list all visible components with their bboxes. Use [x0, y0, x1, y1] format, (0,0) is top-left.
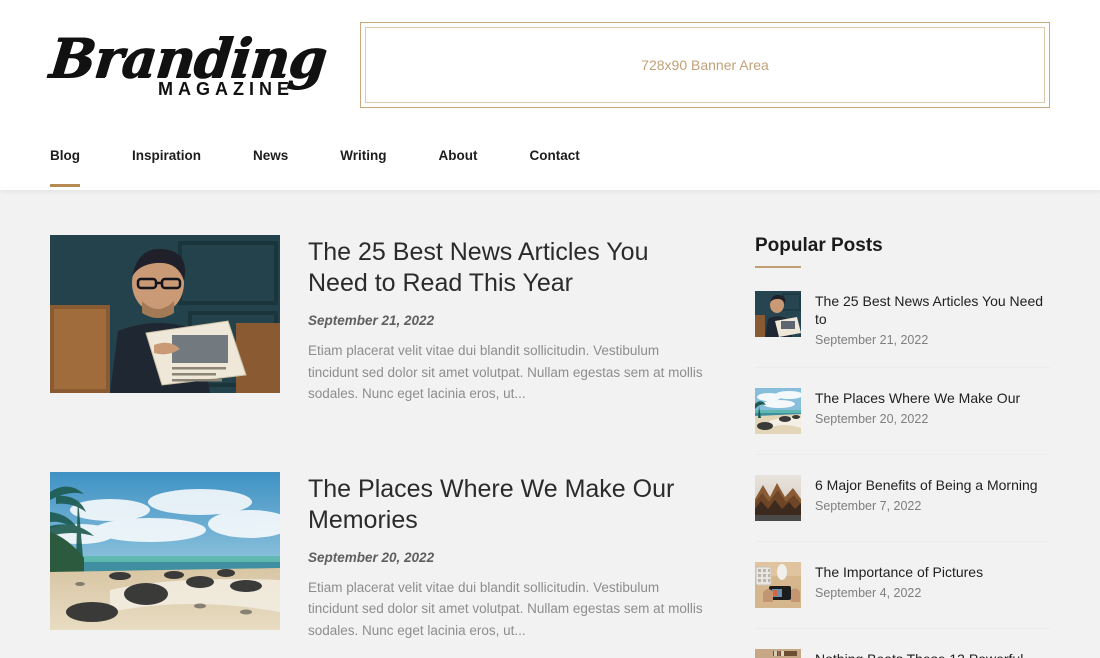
mountain-forest-thumb	[755, 475, 801, 521]
article-list: The 25 Best News Articles You Need to Re…	[50, 235, 705, 658]
popular-post-text: The Places Where We Make Our September 20…	[815, 388, 1020, 426]
nav-item-contact[interactable]: Contact	[530, 130, 580, 181]
popular-post-item[interactable]: The 25 Best News Articles You Need to Sep…	[755, 291, 1050, 368]
site-logo[interactable]: Branding MAGAZINE	[46, 15, 330, 115]
sidebar: Popular Posts The 25 Best News Articles …	[755, 235, 1050, 658]
primary-navigation: Blog Inspiration News Writing About Contact	[0, 130, 1100, 190]
popular-post-item[interactable]: 6 Major Benefits of Being a Morning Septe…	[755, 455, 1050, 542]
article-text: The 25 Best News Articles You Need to Re…	[308, 235, 705, 405]
beach-thumb	[755, 388, 801, 434]
workspace-laptop-thumb	[755, 649, 801, 658]
header-top-row: Branding MAGAZINE 728x90 Banner Area	[0, 0, 1100, 130]
popular-post-item[interactable]: The Places Where We Make Our September 20…	[755, 368, 1050, 455]
popular-posts-list: The 25 Best News Articles You Need to Sep…	[755, 291, 1050, 658]
popular-post-text: The 25 Best News Articles You Need to Sep…	[815, 291, 1050, 347]
article-text: The Places Where We Make Our Memories Sep…	[308, 472, 705, 642]
banner-ad-label: 728x90 Banner Area	[641, 57, 769, 73]
popular-post-title: The Places Where We Make Our	[815, 390, 1021, 406]
logo-wordmark: Branding	[46, 25, 330, 90]
popular-post-title: 6 Major Benefits of Being a Morning	[815, 477, 1038, 493]
article-excerpt: Etiam placerat velit vitae dui blandit s…	[308, 579, 703, 638]
article-title[interactable]: The 25 Best News Articles You Need to Re…	[308, 237, 705, 299]
popular-post-text: Nothing Beats These 13 PowerfulSeptember…	[815, 649, 1023, 658]
article-date: September 21, 2022	[308, 313, 435, 328]
page-body: The 25 Best News Articles You Need to Re…	[0, 190, 1100, 658]
popular-post-title: Nothing Beats These 13 Powerful	[815, 650, 1023, 658]
popular-post-item[interactable]: Nothing Beats These 13 PowerfulSeptember…	[755, 629, 1050, 658]
nav-item-blog[interactable]: Blog	[50, 130, 80, 187]
man-reading-newspaper-photo[interactable]	[50, 235, 280, 393]
site-header: Branding MAGAZINE 728x90 Banner Area Blo…	[0, 0, 1100, 190]
popular-post-text: 6 Major Benefits of Being a Morning Septe…	[815, 475, 1038, 513]
article-date: September 20, 2022	[308, 549, 435, 565]
popular-post-date: September 4, 2022	[815, 586, 922, 600]
popular-post-date: September 21, 2022	[815, 333, 929, 347]
popular-post-text: The Importance of Pictures September 4, 2…	[815, 562, 983, 600]
nav-item-writing[interactable]: Writing	[340, 130, 386, 181]
article-card: The Places Where We Make Our Memories Sep…	[50, 471, 705, 642]
banner-ad-inner: 728x90 Banner Area	[365, 27, 1045, 103]
popular-post-title: The 25 Best News Articles You Need to	[815, 293, 1044, 327]
tropical-beach-photo[interactable]	[50, 471, 280, 630]
desk-camera-thumb	[755, 562, 801, 608]
popular-posts-heading: Popular Posts	[755, 235, 1050, 268]
popular-post-title: The Importance of Pictures	[815, 564, 984, 580]
nav-item-about[interactable]: About	[439, 130, 478, 181]
article-title[interactable]: The Places Where We Make Our Memories	[308, 474, 705, 536]
popular-post-date: September 20, 2022	[815, 412, 929, 426]
article-excerpt: Etiam placerat velit vitae dui blandit s…	[308, 343, 703, 401]
popular-post-item[interactable]: The Importance of Pictures September 4, 2…	[755, 542, 1050, 629]
article-card: The 25 Best News Articles You Need to Re…	[50, 235, 705, 405]
nav-item-inspiration[interactable]: Inspiration	[132, 130, 201, 181]
popular-post-date: September 7, 2022	[815, 499, 922, 513]
banner-ad-slot[interactable]: 728x90 Banner Area	[360, 22, 1050, 108]
man-reading-newspaper-thumb	[755, 291, 801, 337]
nav-item-news[interactable]: News	[253, 130, 288, 181]
